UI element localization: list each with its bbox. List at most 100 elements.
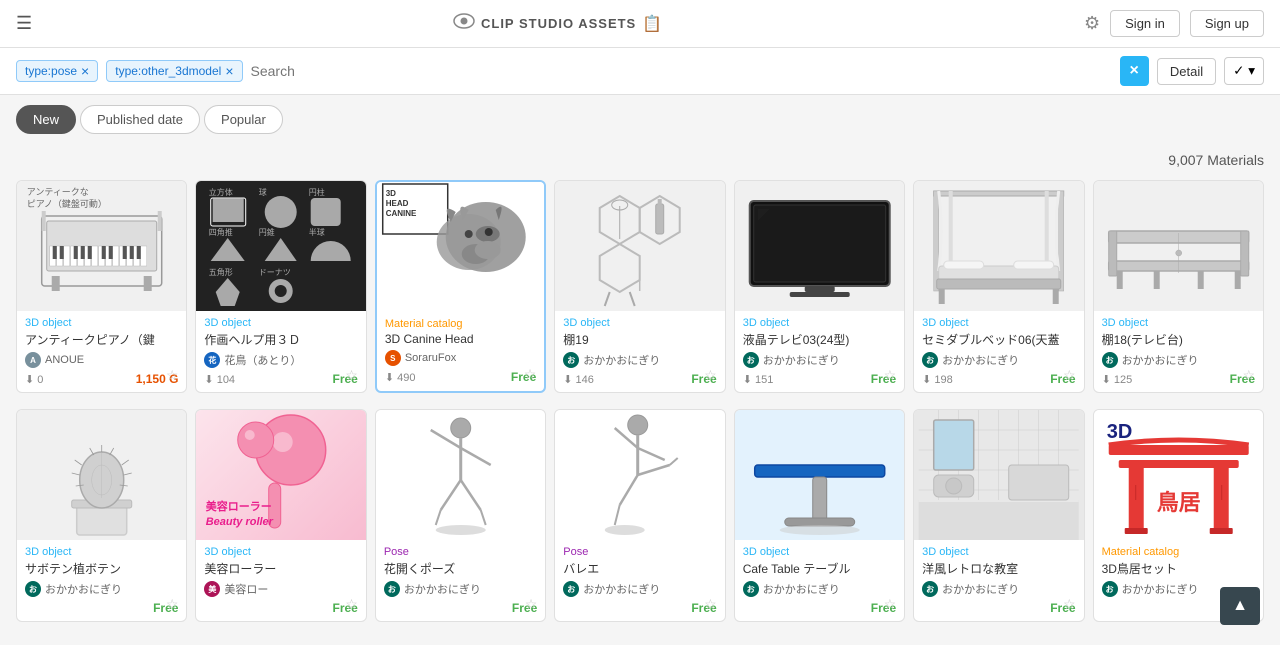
card-shelf19[interactable]: 3D object 棚19 お おかかおにぎり ⬇ 146 Free ☆ <box>554 180 725 393</box>
tag-chip-3dmodel: type:other_3dmodel × <box>106 60 242 82</box>
author-name-tv: おかかおにぎり <box>763 352 840 368</box>
author-avatar-pose1: お <box>384 581 400 597</box>
svg-text:立方体: 立方体 <box>209 187 233 197</box>
svg-text:五角形: 五角形 <box>209 267 233 277</box>
sign-in-button[interactable]: Sign in <box>1110 10 1180 37</box>
sign-up-button[interactable]: Sign up <box>1190 10 1264 37</box>
favorite-button-bed[interactable]: ☆ <box>1063 367 1076 384</box>
card-thumbnail-shapes: 立方体 球 円柱 四角推 円錐 半球 五角形 ドーナツ <box>196 181 365 311</box>
favorite-button-shelf19[interactable]: ☆ <box>704 367 717 384</box>
card-info-pose1: Pose 花開くポーズ お おかかおにぎり Free <box>376 540 545 621</box>
card-title-table: Cafe Table テーブル <box>743 560 896 577</box>
card-tvstand[interactable]: 3D object 棚18(テレビ台) お おかかおにぎり ⬇ 125 Free… <box>1093 180 1264 393</box>
card-footer-tv: ⬇ 151 Free <box>743 372 896 386</box>
card-info-beauty-roller: 3D object 美容ローラー 美 美容ロー Free <box>196 540 365 621</box>
tag-pose-close[interactable]: × <box>81 64 89 78</box>
card-author-shapes: 花 花鳥（あとり） <box>204 352 357 368</box>
favorite-button-canine[interactable]: ☆ <box>524 366 537 383</box>
author-avatar-piano: A <box>25 352 41 368</box>
author-name-canine: SoraruFox <box>405 352 456 364</box>
checkmark-icon: ✓ <box>1233 63 1244 79</box>
card-shapes[interactable]: 立方体 球 円柱 四角推 円錐 半球 五角形 ドーナツ <box>195 180 366 393</box>
card-thumbnail-piano: アンティークな ピアノ（鍵盤可動） <box>17 181 186 311</box>
card-type-piano: 3D object <box>25 317 178 329</box>
card-canine[interactable]: 3D HEAD CANINE Material catalog <box>375 180 546 393</box>
tag-3dmodel-close[interactable]: × <box>225 64 233 78</box>
card-title-bed: セミダブルベッド06(天蓋 <box>922 331 1075 348</box>
card-author-bed: お おかかおにぎり <box>922 352 1075 368</box>
favorite-button-beauty-roller[interactable]: ☆ <box>345 596 358 613</box>
card-type-shapes: 3D object <box>204 317 357 329</box>
card-title-cactus: サボテン植ボテン <box>25 560 178 577</box>
tab-new[interactable]: New <box>16 105 76 134</box>
card-thumbnail-beauty-roller: 美容ローラー Beauty roller <box>196 410 365 540</box>
detail-button[interactable]: Detail <box>1157 58 1216 85</box>
card-footer-shapes: ⬇ 104 Free <box>204 372 357 386</box>
book-icon: 📋 <box>642 14 663 34</box>
card-downloads-piano: ⬇ 0 <box>25 373 43 386</box>
card-beauty-roller[interactable]: 美容ローラー Beauty roller 3D object 美容ローラー 美 … <box>195 409 366 622</box>
favorite-button-cactus[interactable]: ☆ <box>166 596 179 613</box>
author-avatar-room: お <box>922 581 938 597</box>
card-info-pose2: Pose バレエ お おかかおにぎり Free <box>555 540 724 621</box>
card-downloads-shapes: ⬇ 104 <box>204 373 235 386</box>
card-type-tvstand: 3D object <box>1102 317 1255 329</box>
favorite-button-table[interactable]: ☆ <box>884 596 897 613</box>
author-avatar-bed: お <box>922 352 938 368</box>
card-author-beauty-roller: 美 美容ロー <box>204 581 357 597</box>
card-downloads-tvstand: ⬇ 125 <box>1102 373 1133 386</box>
author-avatar-shapes: 花 <box>204 352 220 368</box>
card-bed[interactable]: 3D object セミダブルベッド06(天蓋 お おかかおにぎり ⬇ 198 … <box>913 180 1084 393</box>
favorite-button-room[interactable]: ☆ <box>1063 596 1076 613</box>
card-title-pose1: 花開くポーズ <box>384 560 537 577</box>
card-footer-pose2: Free <box>563 601 716 615</box>
card-type-bed: 3D object <box>922 317 1075 329</box>
card-type-canine: Material catalog <box>385 318 536 330</box>
card-thumbnail-cactus <box>17 410 186 540</box>
filter-dropdown-button[interactable]: ✓ ▾ <box>1224 57 1264 85</box>
header-right: ⚙ Sign in Sign up <box>1084 10 1264 37</box>
menu-icon[interactable]: ☰ <box>16 13 32 34</box>
card-info-canine: Material catalog 3D Canine Head S Soraru… <box>377 312 544 390</box>
svg-text:HEAD: HEAD <box>386 199 409 208</box>
card-table[interactable]: 3D object Cafe Table テーブル お おかかおにぎり Free… <box>734 409 905 622</box>
card-info-shapes: 3D object 作画ヘルプ用３Ｄ 花 花鳥（あとり） ⬇ 104 Free <box>196 311 365 392</box>
card-thumbnail-shelf19 <box>555 181 724 311</box>
card-downloads-tv: ⬇ 151 <box>743 373 774 386</box>
favorite-button-tv[interactable]: ☆ <box>884 367 897 384</box>
card-room[interactable]: 3D object 洋風レトロな教室 お おかかおにぎり Free ☆ <box>913 409 1084 622</box>
card-info-tv: 3D object 液晶テレビ03(24型) お おかかおにぎり ⬇ 151 F… <box>735 311 904 392</box>
card-author-room: お おかかおにぎり <box>922 581 1075 597</box>
author-name-piano: ANOUE <box>45 354 84 366</box>
author-avatar-canine: S <box>385 350 401 366</box>
card-type-beauty-roller: 3D object <box>204 546 357 558</box>
favorite-button-pose1[interactable]: ☆ <box>525 596 538 613</box>
gear-icon[interactable]: ⚙ <box>1084 13 1100 34</box>
favorite-button-tvstand[interactable]: ☆ <box>1242 367 1255 384</box>
author-name-beauty-roller: 美容ロー <box>224 581 268 597</box>
card-footer-tvstand: ⬇ 125 Free <box>1102 372 1255 386</box>
card-cactus[interactable]: 3D object サボテン植ボテン お おかかおにぎり Free ☆ <box>16 409 187 622</box>
scroll-to-top-button[interactable]: ▲ <box>1220 587 1260 625</box>
card-tv[interactable]: 3D object 液晶テレビ03(24型) お おかかおにぎり ⬇ 151 F… <box>734 180 905 393</box>
card-title-piano: アンティークピアノ（鍵 <box>25 331 178 348</box>
author-avatar-beauty-roller: 美 <box>204 581 220 597</box>
tab-popular[interactable]: Popular <box>204 105 283 134</box>
author-name-pose2: おかかおにぎり <box>583 581 660 597</box>
card-type-tv: 3D object <box>743 317 896 329</box>
favorite-button-shapes[interactable]: ☆ <box>345 367 358 384</box>
card-author-cactus: お おかかおにぎり <box>25 581 178 597</box>
card-thumbnail-canine: 3D HEAD CANINE <box>377 182 544 312</box>
card-pose2[interactable]: Pose バレエ お おかかおにぎり Free ☆ <box>554 409 725 622</box>
favorite-button-pose2[interactable]: ☆ <box>704 596 717 613</box>
card-author-tv: お おかかおにぎり <box>743 352 896 368</box>
search-input[interactable] <box>251 63 1112 79</box>
card-pose1[interactable]: Pose 花開くポーズ お おかかおにぎり Free ☆ <box>375 409 546 622</box>
card-piano[interactable]: アンティークな ピアノ（鍵盤可動） <box>16 180 187 393</box>
card-info-piano: 3D object アンティークピアノ（鍵 A ANOUE ⬇ 0 1,150 … <box>17 311 186 392</box>
card-type-cactus: 3D object <box>25 546 178 558</box>
card-author-piano: A ANOUE <box>25 352 178 368</box>
clear-search-button[interactable]: × <box>1120 56 1149 86</box>
tab-published-date[interactable]: Published date <box>80 105 200 134</box>
favorite-button-piano[interactable]: ☆ <box>166 367 179 384</box>
